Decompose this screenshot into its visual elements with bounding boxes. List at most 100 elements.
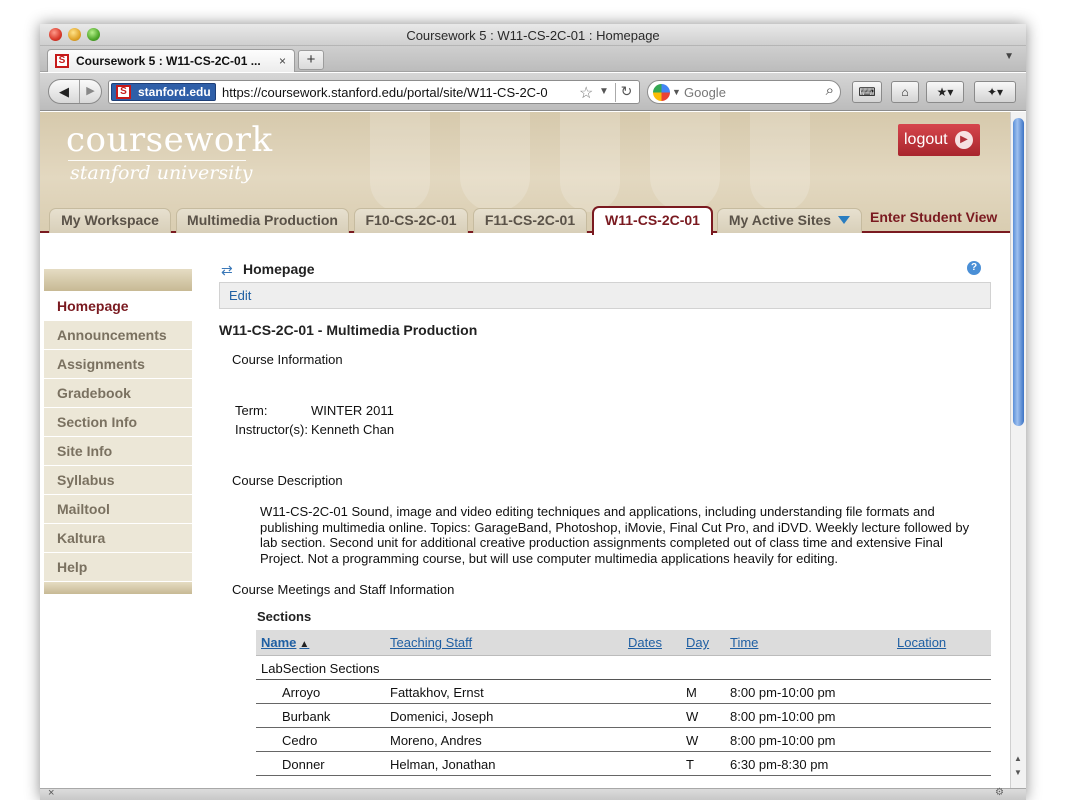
table-row: Cedro Moreno, Andres W 8:00 pm-10:00 pm (256, 728, 991, 752)
site-tabs: My Workspace Multimedia Production F10-C… (40, 206, 1010, 235)
stanford-favicon-icon: S (55, 54, 69, 68)
url-text[interactable]: https://coursework.stanford.edu/portal/s… (222, 85, 574, 100)
bookmarks-menu-icon[interactable]: ★▾ (926, 81, 964, 103)
tab-my-active-sites[interactable]: My Active Sites (717, 208, 862, 233)
tool-title: Homepage (243, 261, 315, 277)
search-input[interactable]: Google (684, 85, 726, 100)
search-bar[interactable]: ▼ Google ⌕ (647, 80, 841, 104)
course-description-heading: Course Description (232, 473, 343, 488)
sidebar-item-announcements[interactable]: Announcements (44, 321, 192, 350)
banner-arch-decoration (460, 112, 530, 212)
instructor-label: Instructor(s): (235, 422, 308, 437)
column-header-name[interactable]: Name ▲ (261, 635, 309, 650)
tab-w11-cs-2c-01[interactable]: W11-CS-2C-01 (592, 206, 713, 235)
logout-button[interactable]: logout ▶ (898, 124, 980, 156)
section-name: Cedro (282, 733, 318, 748)
table-row: Donner Helman, Jonathan T 6:30 pm-8:30 p… (256, 752, 991, 776)
instructor-value: Kenneth Chan (311, 422, 395, 437)
course-information-heading: Course Information (232, 352, 343, 367)
column-header-location[interactable]: Location (897, 635, 946, 650)
tab-my-workspace[interactable]: My Workspace (49, 208, 171, 233)
sidebar-item-kaltura[interactable]: Kaltura (44, 524, 192, 553)
enter-student-view-link[interactable]: Enter Student View (870, 209, 997, 225)
sidebar-item-gradebook[interactable]: Gradebook (44, 379, 192, 408)
new-tab-button[interactable]: + (298, 50, 324, 70)
tab-f10-cs-2c-01[interactable]: F10-CS-2C-01 (354, 208, 468, 233)
sidebar-item-assignments[interactable]: Assignments (44, 350, 192, 379)
sections-table: Name ▲ Teaching Staff Dates Day Time Loca… (256, 630, 991, 776)
table-group-row: LabSection Sections (256, 656, 991, 680)
addons-menu-icon[interactable]: ✦▾ (974, 81, 1016, 103)
column-header-teaching-staff[interactable]: Teaching Staff (390, 635, 472, 650)
banner-arch-decoration (650, 112, 720, 212)
scrollbar-thumb[interactable] (1013, 118, 1024, 426)
gear-icon[interactable]: ⚙ (995, 787, 1004, 798)
group-label: LabSection Sections (261, 661, 380, 676)
browser-tab[interactable]: S Coursework 5 : W11-CS-2C-01 ... × (47, 49, 295, 72)
column-header-day[interactable]: Day (686, 635, 709, 650)
back-button[interactable]: ◀ (49, 80, 79, 103)
section-day: W (686, 733, 699, 748)
section-staff: Fattakhov, Ernst (390, 685, 484, 700)
browser-window: Coursework 5 : W11-CS-2C-01 : Homepage S… (40, 24, 1026, 800)
site-identity-button[interactable]: S stanford.edu (111, 83, 216, 101)
sections-label: Sections (257, 609, 312, 624)
column-header-dates[interactable]: Dates (628, 635, 662, 650)
action-bar: Edit (219, 282, 991, 309)
section-day: T (686, 757, 694, 772)
course-heading: W11-CS-2C-01 - Multimedia Production (219, 322, 478, 338)
search-icon[interactable]: ⌕ (826, 82, 834, 99)
logout-arrow-icon: ▶ (955, 131, 973, 149)
tool-menu-footer (44, 582, 192, 594)
google-icon[interactable] (653, 84, 670, 101)
tool-menu-header (44, 269, 192, 292)
term-label: Term: (235, 403, 268, 418)
back-forward-group: ◀ ▶ (48, 79, 102, 104)
chevron-down-icon (838, 216, 851, 224)
course-description: W11-CS-2C-01 Sound, image and video edit… (260, 504, 970, 566)
home-icon[interactable]: ⌂ (891, 81, 919, 103)
stanford-wordmark: stanford university (70, 162, 253, 184)
search-engine-chevron-icon[interactable]: ▼ (672, 87, 681, 97)
browser-tab-title: Coursework 5 : W11-CS-2C-01 ... (76, 54, 261, 68)
table-header-row: Name ▲ Teaching Staff Dates Day Time Loca… (256, 630, 991, 656)
reload-icon[interactable]: ↻ (615, 83, 637, 102)
stanford-site-icon: S (116, 85, 131, 99)
tab-my-active-sites-label: My Active Sites (728, 212, 832, 228)
forward-button[interactable]: ▶ (79, 80, 101, 103)
url-history-chevron-icon[interactable]: ▼ (599, 86, 609, 97)
tab-close-icon[interactable]: × (279, 54, 286, 68)
sidebar-item-mailtool[interactable]: Mailtool (44, 495, 192, 524)
reset-tool-icon[interactable]: ⇄ (221, 262, 233, 279)
column-header-time[interactable]: Time (730, 635, 758, 650)
sidebar-item-homepage[interactable]: Homepage (44, 292, 192, 321)
section-day: M (686, 685, 697, 700)
close-icon[interactable]: × (48, 787, 54, 799)
sidebar-item-site-info[interactable]: Site Info (44, 437, 192, 466)
tab-list-chevron-icon[interactable]: ▼ (1004, 51, 1014, 62)
tab-multimedia-production[interactable]: Multimedia Production (176, 208, 349, 233)
section-staff: Domenici, Joseph (390, 709, 494, 724)
scroll-up-icon[interactable]: ▲ (1014, 754, 1022, 763)
sidebar-item-section-info[interactable]: Section Info (44, 408, 192, 437)
table-row: Burbank Domenici, Joseph W 8:00 pm-10:00… (256, 704, 991, 728)
term-value: WINTER 2011 (311, 403, 394, 418)
section-name: Arroyo (282, 685, 321, 700)
address-bar[interactable]: S stanford.edu https://coursework.stanfo… (108, 80, 640, 104)
vertical-scrollbar[interactable]: ▲ ▼ (1010, 112, 1026, 788)
banner-arch-decoration (560, 112, 620, 212)
edit-link[interactable]: Edit (229, 288, 251, 303)
banner-arch-decoration (750, 112, 810, 212)
section-staff: Moreno, Andres (390, 733, 482, 748)
keyboard-icon[interactable]: ⌨ (852, 81, 882, 103)
tab-f11-cs-2c-01[interactable]: F11-CS-2C-01 (473, 208, 587, 233)
bookmark-star-icon[interactable]: ☆ (579, 83, 593, 103)
browser-tab-bar: S Coursework 5 : W11-CS-2C-01 ... × + ▼ (40, 46, 1026, 72)
section-day: W (686, 709, 699, 724)
scroll-down-icon[interactable]: ▼ (1014, 768, 1022, 777)
help-icon[interactable]: ? (967, 261, 981, 275)
sidebar-item-syllabus[interactable]: Syllabus (44, 466, 192, 495)
sidebar-item-help[interactable]: Help (44, 553, 192, 582)
navigation-toolbar: ◀ ▶ S stanford.edu https://coursework.st… (40, 73, 1026, 111)
section-time: 6:30 pm-8:30 pm (730, 757, 829, 772)
